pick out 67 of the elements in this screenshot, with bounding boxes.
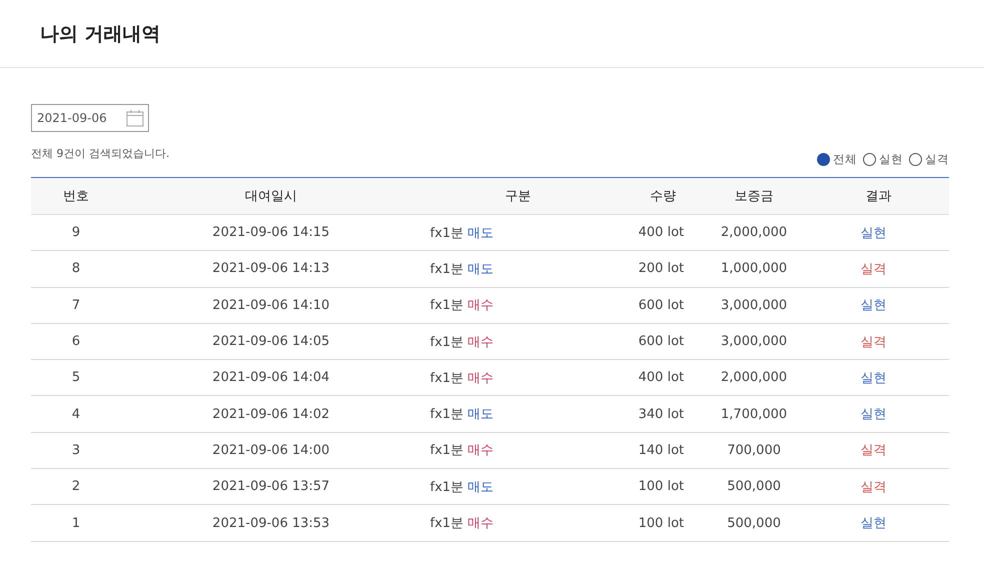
- table-cell-text: 6: [70, 334, 82, 350]
- table-cell-text: fx1분 매도: [429, 224, 495, 242]
- table-cell-text: 실현: [860, 297, 888, 314]
- filter-radio[interactable]: 전체: [817, 152, 857, 167]
- table-cell-text: 2021-09-06 13:53: [211, 516, 331, 531]
- filter-radio[interactable]: 실격: [909, 152, 949, 167]
- table-cell-text: 2021-09-06 14:05: [211, 334, 331, 350]
- page-title: 나의 거래내역: [40, 22, 161, 46]
- table-cell-text: 2021-09-06 14:02: [211, 406, 331, 422]
- table-cell-text: 9: [70, 225, 82, 240]
- column-header: 구분: [504, 188, 532, 205]
- calendar-icon[interactable]: [126, 109, 144, 127]
- table-cell-text: 3: [70, 442, 82, 458]
- table-cell-text: 200 lot: [637, 261, 685, 276]
- table-cell-text: fx1분 매수: [429, 370, 495, 387]
- table-cell-text: 100 lot: [637, 516, 685, 531]
- table-cell-text: 1,000,000: [720, 261, 788, 276]
- table-cell-text: 실현: [860, 224, 888, 242]
- table-cell-text: 2021-09-06 13:57: [211, 479, 331, 494]
- table-cell-text: 3,000,000: [720, 334, 788, 350]
- table-cell-text: 3,000,000: [720, 298, 788, 313]
- table-cell-text: 140 lot: [637, 442, 685, 458]
- table-cell-text: 2,000,000: [720, 370, 788, 386]
- table-cell-text: fx1분 매도: [429, 406, 495, 424]
- table-cell-text: 8: [70, 261, 82, 276]
- table-cell-text: 실격: [860, 260, 888, 278]
- column-header: 대여일시: [244, 188, 298, 205]
- result-count: 전체 9건이 검색되었습니다.: [31, 146, 170, 161]
- table-cell-text: 2,000,000: [720, 225, 788, 240]
- table-cell-text: 500,000: [726, 516, 782, 531]
- table-cell-text: 실현: [860, 406, 888, 424]
- column-header: 번호: [62, 188, 90, 205]
- table-cell-text: 5: [70, 370, 82, 386]
- table-cell-text: 실현: [860, 515, 888, 532]
- table-cell-text: fx1분 매수: [429, 442, 495, 460]
- table-cell-text: 1: [70, 516, 82, 531]
- table-cell-text: fx1분 매수: [429, 297, 495, 314]
- table-cell-text: 2021-09-06 14:15: [211, 225, 331, 240]
- table-cell-text: fx1분 매도: [429, 260, 495, 278]
- table-cell-text: 7: [70, 298, 82, 313]
- column-header: 보증금: [734, 188, 774, 205]
- table-cell-text: 500,000: [726, 479, 782, 494]
- table-cell-text: 400 lot: [637, 370, 685, 386]
- table-cell-text: 2: [70, 479, 82, 494]
- table-cell-text: 400 lot: [637, 225, 685, 240]
- table-cell-text: 600 lot: [637, 298, 685, 313]
- table-cell-text: 실현: [860, 370, 888, 387]
- table-cell-text: 1,700,000: [720, 406, 788, 422]
- filter-radio[interactable]: 실현: [863, 152, 903, 167]
- table-cell-text: fx1분 매수: [429, 334, 495, 351]
- table-cell-text: 실격: [860, 334, 888, 351]
- table-cell-text: 2021-09-06 14:10: [211, 298, 331, 313]
- table-cell-text: fx1분 매수: [429, 515, 495, 532]
- column-header: 결과: [864, 188, 892, 205]
- table-cell-text: 2021-09-06 14:13: [211, 261, 331, 276]
- table-cell-text: 4: [70, 406, 82, 422]
- table-cell-text: 실격: [860, 478, 888, 496]
- table-cell-text: 600 lot: [637, 334, 685, 350]
- table-cell-text: 700,000: [726, 442, 782, 458]
- table-cell-text: 100 lot: [637, 479, 685, 494]
- date-field[interactable]: 2021-09-06: [31, 104, 149, 132]
- table-cell-text: 2021-09-06 14:04: [211, 370, 331, 386]
- column-header: 수량: [649, 188, 677, 205]
- table-cell-text: 340 lot: [637, 406, 685, 422]
- table-cell-text: 2021-09-06 14:00: [211, 442, 331, 458]
- table-cell-text: fx1분 매도: [429, 478, 495, 496]
- table-cell-text: 실격: [860, 442, 888, 460]
